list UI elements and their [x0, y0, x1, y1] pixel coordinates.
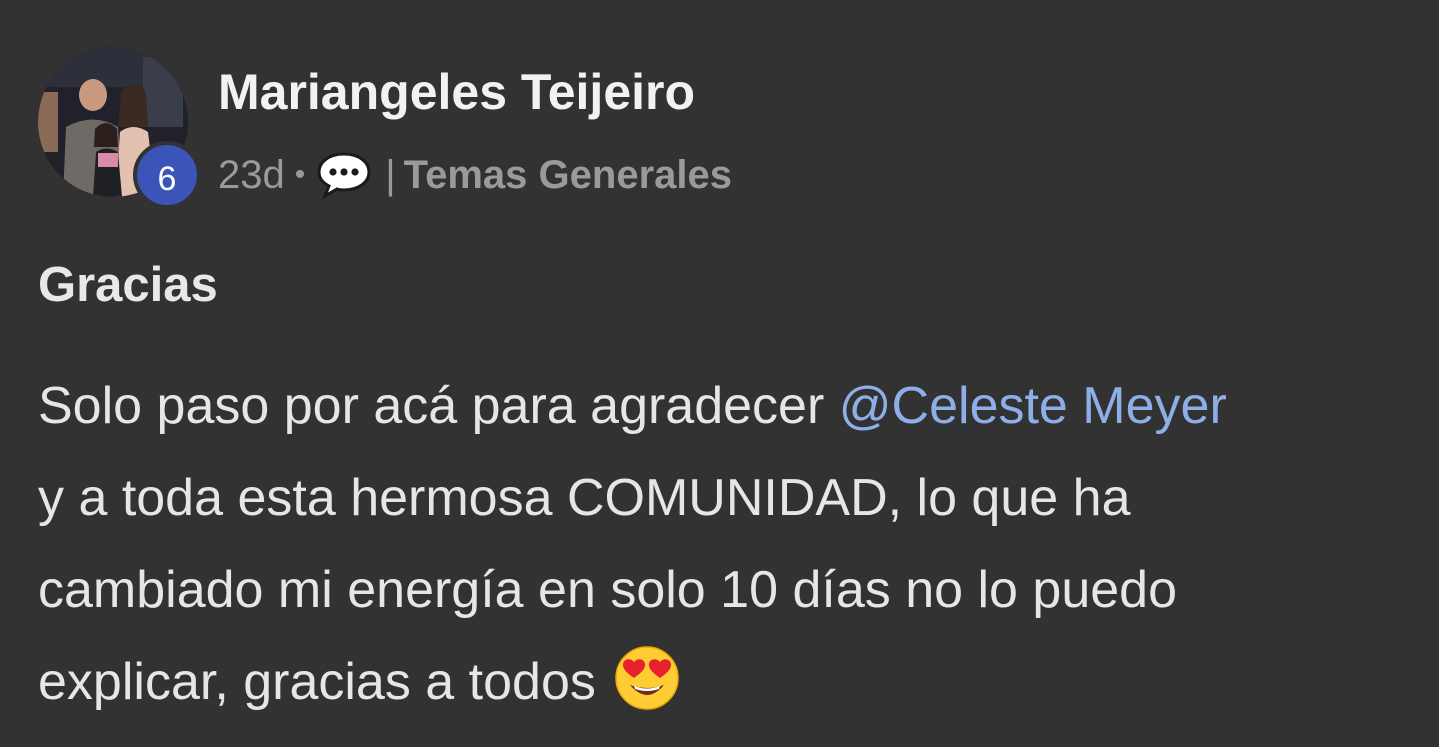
post-meta: 23d • | Temas Generales [218, 148, 732, 202]
avatar-container[interactable]: 6 [38, 47, 201, 209]
post-time: 23d [218, 152, 285, 197]
comment-bubble-icon [315, 150, 373, 200]
post-body: Solo paso por acá para agradecer @Celest… [38, 360, 1408, 728]
category-link[interactable]: Temas Generales [404, 153, 732, 198]
body-line-3: cambiado mi energía en solo 10 días no l… [38, 561, 1177, 619]
post-card: 6 Mariangeles Teijeiro 23d • | Temas Gen… [0, 0, 1439, 747]
heart-eyes-emoji-icon [614, 645, 680, 711]
user-mention-link[interactable]: @Celeste Meyer [839, 377, 1227, 435]
level-badge: 6 [133, 141, 201, 209]
author-name[interactable]: Mariangeles Teijeiro [218, 62, 695, 122]
body-line-1: Solo paso por acá para agradecer @Celest… [38, 360, 1408, 452]
body-line-4: explicar, gracias a todos [38, 636, 1408, 728]
body-line-2: y a toda esta hermosa COMUNIDAD, lo que … [38, 469, 1131, 527]
meta-dot: • [294, 158, 306, 191]
body-text-4: explicar, gracias a todos [38, 653, 611, 711]
post-title: Gracias [38, 258, 218, 312]
meta-pipe: | [385, 152, 396, 197]
body-text-1: Solo paso por acá para agradecer [38, 377, 839, 435]
